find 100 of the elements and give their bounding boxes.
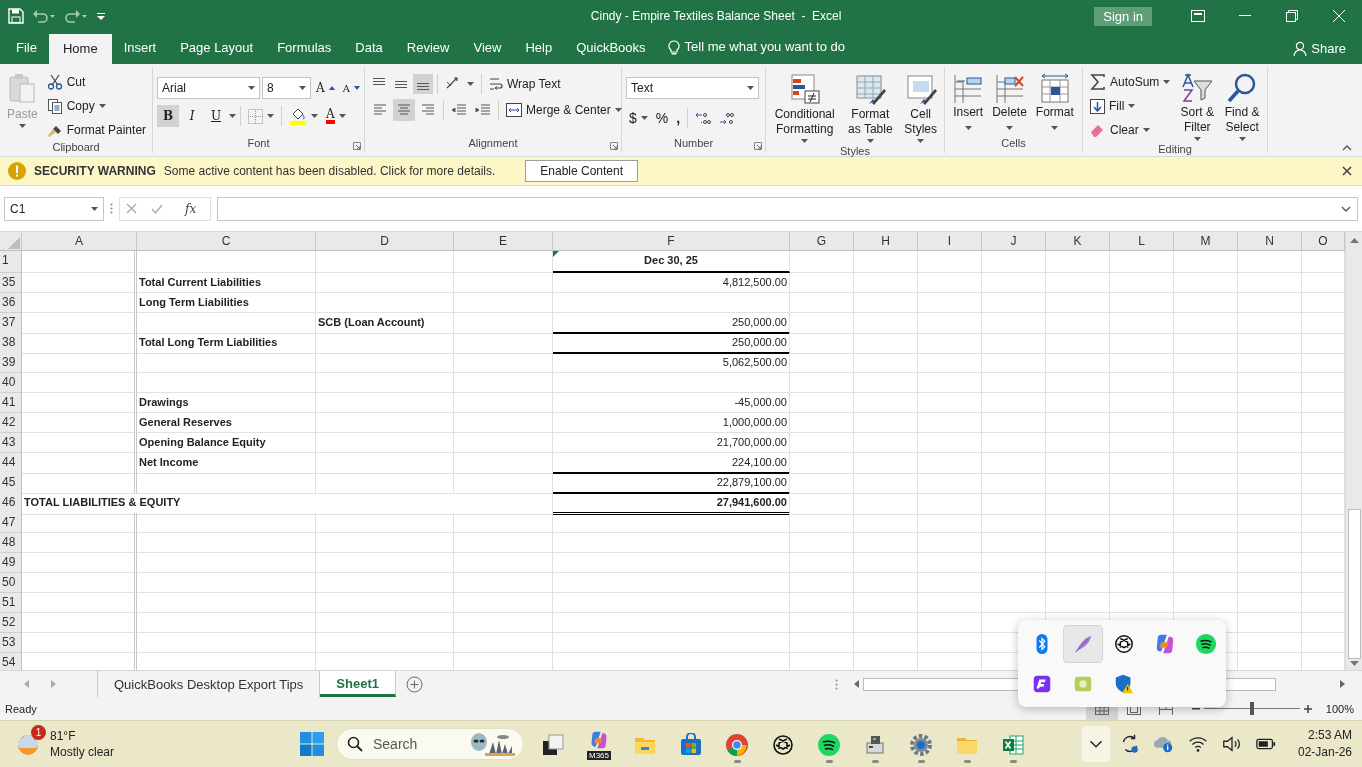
row-header[interactable]: 37 — [0, 313, 22, 334]
font-name-dropdown[interactable]: Arial — [157, 77, 260, 99]
autosum-button[interactable]: AutoSum — [1087, 71, 1174, 93]
column-header[interactable]: J — [982, 232, 1046, 251]
row-header[interactable]: 51 — [0, 593, 22, 613]
menu-tab[interactable]: Review — [394, 34, 462, 62]
row-header[interactable]: 46 — [0, 493, 22, 515]
conditional-formatting-button[interactable]: Conditional Formatting — [770, 71, 840, 145]
menu-tab[interactable]: Insert — [111, 34, 169, 62]
spotify-icon[interactable] — [1195, 633, 1217, 655]
spotify-icon[interactable] — [817, 733, 841, 757]
copy-button[interactable]: Copy — [43, 95, 150, 117]
customize-icon[interactable] — [96, 11, 106, 21]
merge-center-button[interactable]: Merge & Center — [503, 99, 625, 121]
shield-warning-icon[interactable] — [1113, 673, 1135, 695]
row-header[interactable]: 40 — [0, 373, 22, 393]
menu-tab[interactable]: Formulas — [265, 34, 344, 62]
volume-icon[interactable] — [1220, 733, 1243, 755]
font-color-button[interactable]: A — [323, 105, 349, 127]
sheet-tab[interactable]: Sheet1 — [320, 671, 396, 697]
row-header[interactable]: 45 — [0, 473, 22, 494]
feather-icon[interactable] — [1072, 633, 1094, 655]
insert-function-button[interactable]: fx — [177, 201, 205, 216]
app-icon[interactable] — [1031, 673, 1053, 695]
dialog-launcher-icon[interactable] — [353, 142, 361, 150]
column-header[interactable]: E — [454, 232, 553, 251]
bottom-align-button[interactable] — [413, 74, 433, 94]
row-header[interactable]: 48 — [0, 533, 22, 553]
column-header[interactable]: I — [918, 232, 982, 251]
scroll-down-icon[interactable] — [1349, 661, 1359, 666]
number-format-dropdown[interactable]: Text — [626, 77, 759, 99]
column-header[interactable]: O — [1302, 232, 1345, 251]
formula-input[interactable] — [217, 196, 1358, 221]
cell-styles-button[interactable]: Cell Styles — [901, 71, 940, 145]
scroll-up-icon[interactable] — [1349, 238, 1359, 243]
column-header[interactable]: A — [22, 232, 137, 251]
restore-icon[interactable] — [1285, 10, 1298, 22]
shrink-font-button[interactable]: A — [339, 77, 363, 99]
row-header[interactable]: 42 — [0, 413, 22, 433]
sort-filter-button[interactable]: Sort & Filter — [1176, 71, 1219, 143]
zoom-level[interactable]: 100% — [1325, 702, 1354, 715]
row-header[interactable]: 53 — [0, 633, 22, 653]
delete-cells-button[interactable]: Delete — [989, 71, 1030, 137]
zoom-in-icon[interactable] — [1303, 704, 1312, 713]
clear-button[interactable]: Clear — [1087, 119, 1174, 141]
enable-content-button[interactable]: Enable Content — [525, 160, 639, 182]
font-size-dropdown[interactable]: 8 — [262, 77, 311, 99]
currency-button[interactable]: $ — [626, 107, 651, 129]
save-icon[interactable] — [8, 8, 24, 24]
column-header[interactable]: N — [1238, 232, 1302, 251]
task-view-icon[interactable] — [541, 733, 565, 757]
column-header[interactable]: L — [1110, 232, 1174, 251]
device-icon[interactable] — [863, 733, 887, 757]
italic-button[interactable]: I — [181, 105, 203, 127]
insert-cells-button[interactable]: Insert — [950, 71, 987, 137]
comma-style-button[interactable]: , — [673, 107, 684, 129]
column-header[interactable]: C — [137, 232, 316, 251]
row-header[interactable]: 1 — [0, 251, 22, 273]
column-header[interactable]: G — [790, 232, 854, 251]
bold-button[interactable]: B — [157, 105, 179, 127]
find-select-button[interactable]: Find & Select — [1221, 71, 1263, 143]
undo-icon[interactable] — [32, 8, 56, 24]
row-header[interactable]: 35 — [0, 273, 22, 293]
column-header[interactable]: F — [553, 232, 790, 251]
minimize-icon[interactable] — [1238, 15, 1251, 17]
tell-me-search[interactable]: Tell me what you want to do — [684, 33, 845, 61]
warning-message[interactable]: Some active content has been disabled. Click for more details. — [163, 164, 496, 178]
column-header[interactable]: M — [1174, 232, 1238, 251]
excel-icon[interactable] — [1001, 733, 1025, 757]
menu-tab[interactable]: File — [4, 34, 49, 62]
knot-icon[interactable] — [1113, 633, 1135, 655]
scroll-right-icon[interactable] — [1340, 680, 1345, 688]
row-header[interactable]: 49 — [0, 553, 22, 573]
grow-font-button[interactable]: A — [313, 77, 338, 99]
underline-button[interactable]: U — [205, 105, 227, 127]
format-as-table-button[interactable]: Format as Table — [842, 71, 899, 145]
store-icon[interactable] — [679, 733, 703, 757]
share-button[interactable]: Share — [1293, 34, 1346, 62]
clock-time[interactable]: 2:53 AM — [1307, 727, 1352, 744]
zoom-thumb[interactable] — [1249, 702, 1254, 715]
menu-tab[interactable]: View — [461, 34, 514, 62]
row-header[interactable]: 41 — [0, 393, 22, 413]
row-header[interactable]: 39 — [0, 353, 22, 373]
menu-tab[interactable]: Data — [343, 34, 395, 62]
format-cells-button[interactable]: Format — [1032, 71, 1077, 137]
row-header[interactable]: 43 — [0, 433, 22, 453]
scroll-left-icon[interactable] — [854, 680, 859, 688]
row-header[interactable]: 54 — [0, 653, 22, 670]
collapse-ribbon-icon[interactable] — [1342, 145, 1352, 151]
name-box[interactable]: C1 — [4, 196, 104, 221]
format-painter-button[interactable]: Format Painter — [43, 119, 150, 141]
search-field[interactable]: Search — [336, 728, 524, 760]
gear-icon[interactable] — [909, 733, 933, 757]
row-header[interactable]: 44 — [0, 453, 22, 474]
copilot-icon[interactable] — [1154, 633, 1176, 655]
expand-icon[interactable] — [1341, 205, 1351, 212]
column-header[interactable]: K — [1046, 232, 1110, 251]
percent-button[interactable]: % — [652, 107, 672, 129]
fill-button[interactable]: Fill — [1087, 95, 1174, 117]
close-icon[interactable] — [1342, 166, 1352, 176]
